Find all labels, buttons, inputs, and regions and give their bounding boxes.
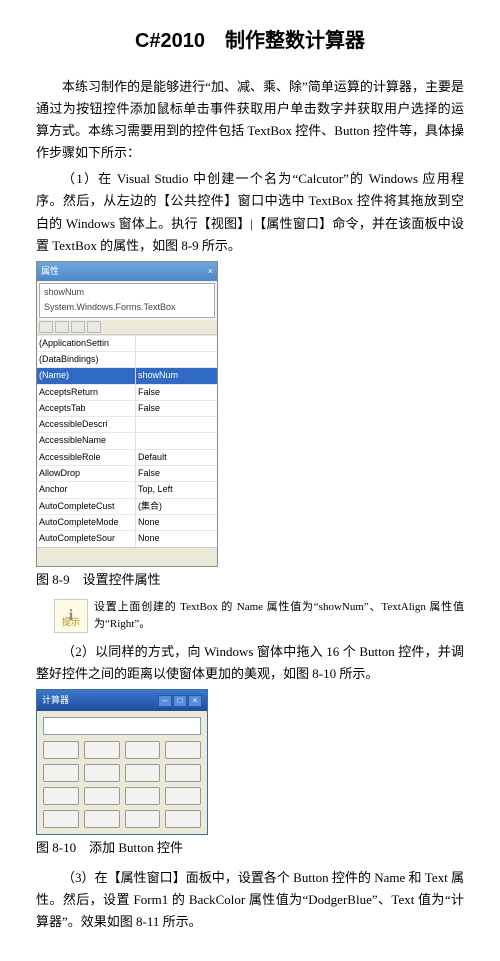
- property-row[interactable]: AccessibleName: [37, 432, 217, 448]
- calc-button[interactable]: [125, 787, 161, 805]
- property-value[interactable]: Top, Left: [136, 482, 217, 497]
- property-row[interactable]: AccessibleRoleDefault: [37, 449, 217, 465]
- textbox-shownum[interactable]: [43, 717, 201, 735]
- paragraph-step1: （1）在 Visual Studio 中创建一个名为“Calcutor”的 Wi…: [36, 168, 464, 256]
- property-name: AccessibleDescri: [37, 417, 136, 432]
- close-icon[interactable]: ×: [208, 264, 213, 279]
- calc-button[interactable]: [84, 741, 120, 759]
- property-name: AllowDrop: [37, 466, 136, 481]
- calc-button[interactable]: [125, 810, 161, 828]
- property-row[interactable]: (Name)showNum: [37, 367, 217, 383]
- minimize-icon[interactable]: –: [158, 695, 172, 707]
- property-row[interactable]: (ApplicationSettin: [37, 335, 217, 351]
- toolbar-icon[interactable]: [87, 321, 101, 333]
- property-name: (Name): [37, 368, 136, 383]
- property-row[interactable]: AutoCompleteModeNone: [37, 514, 217, 530]
- property-row[interactable]: AccessibleDescri: [37, 416, 217, 432]
- property-name: AutoCompleteCust: [37, 499, 136, 514]
- property-value[interactable]: Default: [136, 450, 217, 465]
- property-row[interactable]: AcceptsTabFalse: [37, 400, 217, 416]
- figure-caption-8-10: 图 8-10 添加 Button 控件: [36, 837, 464, 859]
- properties-description: [37, 547, 217, 566]
- page-title: C#2010 制作整数计算器: [36, 24, 464, 58]
- property-value[interactable]: [136, 336, 217, 351]
- calc-button[interactable]: [125, 741, 161, 759]
- calc-button[interactable]: [125, 764, 161, 782]
- property-row[interactable]: AutoCompleteCust(集合): [37, 498, 217, 514]
- figure-caption-8-9: 图 8-9 设置控件属性: [36, 569, 464, 591]
- property-value[interactable]: None: [136, 531, 217, 546]
- property-name: AcceptsTab: [37, 401, 136, 416]
- property-name: AutoCompleteMode: [37, 515, 136, 530]
- property-row[interactable]: AnchorTop, Left: [37, 481, 217, 497]
- calc-button[interactable]: [165, 741, 201, 759]
- property-value[interactable]: False: [136, 385, 217, 400]
- designer-form: 计算器 –□×: [36, 689, 208, 835]
- property-row[interactable]: AutoCompleteSourNone: [37, 530, 217, 546]
- button-grid: [43, 741, 201, 828]
- calc-button[interactable]: [84, 764, 120, 782]
- properties-panel: 属性 × showNum System.Windows.Forms.TextBo…: [36, 261, 218, 567]
- properties-toolbar: [37, 320, 217, 335]
- property-value[interactable]: showNum: [136, 368, 217, 383]
- close-icon[interactable]: ×: [188, 695, 202, 707]
- paragraph-step2: （2）以同样的方式，向 Windows 窗体中拖入 16 个 Button 控件…: [36, 641, 464, 685]
- property-value[interactable]: [136, 352, 217, 367]
- property-name: (DataBindings): [37, 352, 136, 367]
- property-value[interactable]: False: [136, 466, 217, 481]
- calc-button[interactable]: [165, 787, 201, 805]
- calc-button[interactable]: [43, 787, 79, 805]
- calc-button[interactable]: [43, 810, 79, 828]
- properties-grid: (ApplicationSettin(DataBindings)(Name)sh…: [37, 335, 217, 547]
- calc-button[interactable]: [165, 810, 201, 828]
- calc-button[interactable]: [43, 764, 79, 782]
- properties-panel-title: 属性: [41, 264, 59, 279]
- info-icon: 提示: [54, 599, 88, 633]
- toolbar-icon[interactable]: [39, 321, 53, 333]
- property-name: AccessibleName: [37, 433, 136, 448]
- property-name: AcceptsReturn: [37, 385, 136, 400]
- paragraph-step3: （3）在【属性窗口】面板中，设置各个 Button 控件的 Name 和 Tex…: [36, 867, 464, 933]
- property-name: AccessibleRole: [37, 450, 136, 465]
- property-value[interactable]: [136, 417, 217, 432]
- maximize-icon[interactable]: □: [173, 695, 187, 707]
- property-name: Anchor: [37, 482, 136, 497]
- toolbar-icon[interactable]: [55, 321, 69, 333]
- property-row[interactable]: AllowDropFalse: [37, 465, 217, 481]
- property-name: AutoCompleteSour: [37, 531, 136, 546]
- toolbar-icon[interactable]: [71, 321, 85, 333]
- property-value[interactable]: False: [136, 401, 217, 416]
- tip-callout: 提示 设置上面创建的 TextBox 的 Name 属性值为“showNum”、…: [54, 599, 464, 633]
- tip-text: 设置上面创建的 TextBox 的 Name 属性值为“showNum”、Tex…: [94, 599, 464, 632]
- calc-button[interactable]: [84, 810, 120, 828]
- tip-label: 提示: [55, 615, 87, 630]
- calc-button[interactable]: [84, 787, 120, 805]
- paragraph-intro: 本练习制作的是能够进行“加、减、乘、除”简单运算的计算器，主要是通过为按钮控件添…: [36, 76, 464, 164]
- property-name: (ApplicationSettin: [37, 336, 136, 351]
- property-value[interactable]: (集合): [136, 499, 217, 514]
- property-row[interactable]: (DataBindings): [37, 351, 217, 367]
- property-row[interactable]: AcceptsReturnFalse: [37, 384, 217, 400]
- property-value[interactable]: [136, 433, 217, 448]
- calc-button[interactable]: [165, 764, 201, 782]
- properties-object-dropdown[interactable]: showNum System.Windows.Forms.TextBox: [39, 283, 215, 318]
- property-value[interactable]: None: [136, 515, 217, 530]
- calc-button[interactable]: [43, 741, 79, 759]
